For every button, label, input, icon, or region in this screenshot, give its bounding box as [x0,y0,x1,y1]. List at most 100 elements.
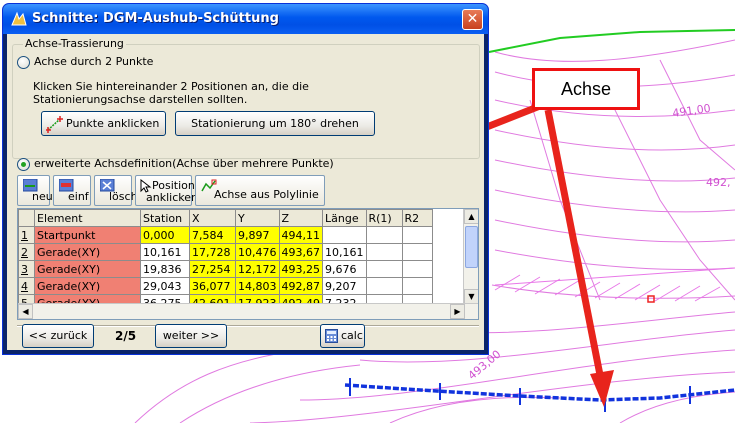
new-row-button[interactable]: neu [17,175,53,206]
horizontal-scrollbar[interactable]: ◀ ▶ [18,303,478,319]
table-row[interactable]: 4 Gerade(XY) 29,043 36,077 14,803 492,87… [18,277,433,295]
delete-row-button[interactable]: lösch [94,175,138,206]
axis-from-polyline-button[interactable]: Achse aus Polylinie [195,175,325,206]
extended-axis-label: erweiterte Achsdefinition(Achse über meh… [34,157,334,170]
cell-x[interactable]: 7,584 [189,226,236,244]
scroll-thumb[interactable] [465,226,478,268]
title-bar[interactable]: Schnitte: DGM-Aushub-Schüttung ✕ [3,4,488,34]
achse-callout: Achse [532,68,640,110]
cell-element[interactable]: Gerade(XY) [34,243,141,261]
back-button[interactable]: << zurück [22,324,94,348]
scroll-right-icon[interactable]: ▶ [450,304,465,319]
two-points-radio[interactable] [17,56,30,69]
cell-r2[interactable] [401,243,433,261]
cell-laenge[interactable]: 9,207 [322,277,367,295]
cell-element[interactable]: Gerade(XY) [34,277,141,295]
scroll-left-icon[interactable]: ◀ [18,304,33,319]
insert-label: einf [68,190,89,203]
close-button[interactable]: ✕ [462,9,483,30]
axis-table-body: Element Station X Y Z Länge R(1) R2 1 St… [18,209,433,312]
instruction-text-1: Klicken Sie hintereinander 2 Positionen … [33,80,309,93]
cell-laenge[interactable]: 10,161 [322,243,367,261]
rotate-station-button[interactable]: Stationierung um 180° drehen [175,111,375,136]
insert-row-button[interactable]: einf [53,175,91,206]
window-title: Schnitte: DGM-Aushub-Schüttung [32,11,279,26]
dialog-window: Schnitte: DGM-Aushub-Schüttung ✕ Achse-T… [2,3,489,355]
cell-r2[interactable] [401,277,433,295]
cell-station[interactable]: 10,161 [140,243,190,261]
col-header-z[interactable]: Z [278,209,323,227]
row-index: 2 [18,243,35,261]
cell-station[interactable]: 0,000 [140,226,190,244]
click-points-button[interactable]: Punkte anklicken [41,111,166,136]
cell-y[interactable]: 14,803 [235,277,280,295]
click-position-button[interactable]: Position anklicken [135,175,198,206]
cell-station[interactable]: 19,836 [140,260,190,278]
scroll-up-icon[interactable]: ▲ [464,209,478,224]
cell-y[interactable]: 9,897 [235,226,280,244]
contour-label-2: 492, [706,176,731,189]
cell-r1[interactable] [365,277,403,295]
polyline-label: Achse aus Polylinie [214,188,319,201]
cell-station[interactable]: 29,043 [140,277,190,295]
cell-x[interactable]: 17,728 [189,243,236,261]
cell-x[interactable]: 27,254 [189,260,236,278]
table-row[interactable]: 2 Gerade(XY) 10,161 17,728 10,476 493,67… [18,243,433,261]
col-header-r1[interactable]: R(1) [365,209,403,227]
position-label-2: anklicken [146,191,198,204]
calculator-icon [325,329,338,343]
cell-element[interactable]: Startpunkt [34,226,141,244]
col-header-element[interactable]: Element [34,209,141,227]
click-points-label: Punkte anklicken [66,117,160,130]
table-row[interactable]: 1 Startpunkt 0,000 7,584 9,897 494,11 [18,226,433,244]
cell-r1[interactable] [365,226,403,244]
col-header-station[interactable]: Station [140,209,190,227]
rotate-station-label: Stationierung um 180° drehen [191,117,359,130]
dialog-client-area: Achse-Trassierung Achse durch 2 Punkte K… [7,34,484,350]
cell-r1[interactable] [365,260,403,278]
cell-element[interactable]: Gerade(XY) [34,260,141,278]
two-points-label: Achse durch 2 Punkte [34,55,154,68]
group-title: Achse-Trassierung [23,37,126,50]
contour-label-1: 491,00 [672,102,712,120]
scroll-down-icon[interactable]: ▼ [464,289,478,304]
cell-y[interactable]: 10,476 [235,243,280,261]
cell-z[interactable]: 493,25 [278,260,323,278]
next-button[interactable]: weiter >> [155,324,227,348]
app-icon [11,11,27,26]
back-label: << zurück [28,329,88,342]
calc-button[interactable]: calc [320,324,365,348]
col-header-laenge[interactable]: Länge [322,209,367,227]
row-index: 4 [18,277,35,295]
table-row[interactable]: 3 Gerade(XY) 19,836 27,254 12,172 493,25… [18,260,433,278]
col-header-x[interactable]: X [189,209,236,227]
col-header-r2[interactable]: R2 [401,209,433,227]
cell-z[interactable]: 492,87 [278,277,323,295]
new-label: neu [32,190,53,203]
cell-z[interactable]: 493,67 [278,243,323,261]
calc-label: calc [341,329,363,342]
red-arrow-to-axis [544,109,614,407]
green-boundary [488,29,735,53]
delete-label: lösch [109,190,138,203]
cell-laenge[interactable] [322,226,367,244]
cell-z[interactable]: 494,11 [278,226,323,244]
cell-r2[interactable] [401,260,433,278]
cell-r1[interactable] [365,243,403,261]
axis-table: Element Station X Y Z Länge R(1) R2 1 St… [17,208,479,320]
row-index: 1 [18,226,35,244]
cell-x[interactable]: 36,077 [189,277,236,295]
col-header-y[interactable]: Y [235,209,280,227]
row-index: 3 [18,260,35,278]
cell-laenge[interactable]: 9,676 [322,260,367,278]
vertical-scrollbar[interactable]: ▲ ▼ [463,209,478,304]
cell-y[interactable]: 12,172 [235,260,280,278]
col-header-index [18,209,35,227]
cell-r2[interactable] [401,226,433,244]
points-icon [46,116,63,133]
instruction-text-2: Stationierungsachse darstellen sollten. [33,93,248,106]
table-header-row: Element Station X Y Z Länge R(1) R2 [18,209,433,227]
extended-axis-radio[interactable] [17,158,30,171]
page-indicator: 2/5 [115,329,137,343]
next-label: weiter >> [162,329,220,342]
